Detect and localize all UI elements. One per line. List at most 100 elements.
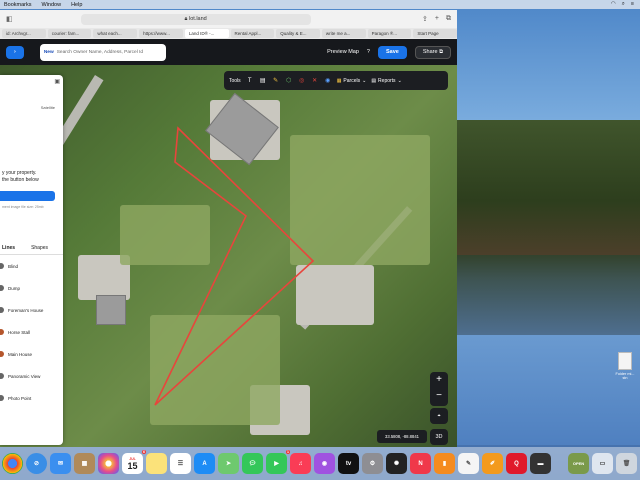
share-icon[interactable]: ⇪ [422,15,428,23]
chevron-down-icon: ⌄ [362,77,367,84]
tab-overview-icon[interactable]: ⧉ [446,15,451,23]
layer-tool-icon[interactable]: ◉ [324,77,332,85]
shape-tool-icon[interactable]: ⬡ [285,77,293,85]
parcel-boundary[interactable] [154,126,315,406]
browser-tab[interactable]: id: Archvgr... [2,29,46,38]
zoom-in-button[interactable]: + [430,372,448,388]
browser-tab[interactable]: Rental Appl... [230,29,275,38]
pages-icon[interactable]: ✐ [482,453,503,474]
list-item[interactable]: Blind [0,255,63,277]
search-icon[interactable]: ⌕ [622,1,625,8]
locate-icon: ⌖ [437,413,441,419]
preview-map-button[interactable]: Preview Map [327,49,359,55]
sidebar-toggle-icon[interactable]: ◧ [6,15,13,23]
desktop-file-label: stn [622,376,628,380]
tv-icon[interactable]: tv [338,453,359,474]
reports-dropdown[interactable]: ▤ Reports ⌄ [371,78,401,84]
list-item[interactable]: Horse Stall [0,321,63,343]
tab-lines[interactable]: Lines [2,245,15,254]
upload-prompt: y your property. the button below [0,170,63,184]
browser-tab[interactable]: https://www... [139,29,183,38]
list-item[interactable]: Foreman's House [0,299,63,321]
browser-tab[interactable]: Start Page [413,29,457,38]
photos-icon[interactable] [98,453,119,474]
appstore-icon[interactable]: A [194,453,215,474]
menu-item-window[interactable]: Window [42,2,62,8]
share-button[interactable]: Share ⧉ [414,45,451,59]
help-button[interactable]: ? [367,49,370,55]
control-center-icon[interactable]: ≡ [631,1,634,8]
upload-note: ment image file size: 25mb [2,205,44,209]
rakuten-icon[interactable]: Q [506,453,527,474]
menu-status-area: ◠ ⌕ ≡ [611,1,640,8]
delete-tool-icon[interactable]: ✕ [311,77,319,85]
reminders-icon[interactable]: ☰ [170,453,191,474]
measure-tool-icon[interactable]: ◎ [298,77,306,85]
archive-icon[interactable]: ▦ [74,453,95,474]
upload-button[interactable] [0,191,55,201]
desktop-file[interactable]: Folder mi... stn [612,352,638,380]
trash-icon[interactable]: 🗑︎ [616,453,637,474]
facetime-badge: 1 [286,450,290,454]
browser-tab[interactable]: Paragon ®... [367,29,412,38]
search-input[interactable]: New Search Owner Name, Address, Parcel I… [39,43,166,61]
zoom-out-button[interactable]: − [430,388,448,404]
tab-shapes[interactable]: Shapes [31,245,48,254]
news-icon[interactable]: N [410,453,431,474]
list-item[interactable]: Panoramic View [0,365,63,387]
notes-icon[interactable] [146,453,167,474]
panel-header: ▣ [0,75,63,89]
save-button[interactable]: Save [377,45,407,59]
open-icon[interactable]: OPEN [568,453,589,474]
text-tool-icon[interactable]: T [246,77,254,85]
menu-button[interactable]: › [6,45,24,59]
new-tab-icon[interactable]: + [435,15,439,23]
list-item[interactable]: Main House [0,343,63,365]
settings-icon[interactable]: ⚙ [362,453,383,474]
reports-label: Reports [378,77,396,84]
3d-button[interactable]: 3D [430,429,448,445]
chevron-down-icon: ⌄ [397,77,402,84]
map-toolbar: Tools T ▤ ✎ ⬡ ◎ ✕ ◉ ▦ Parcels ⌄ ▤ Report… [224,71,448,90]
panel-icon[interactable]: ▣ [54,78,60,86]
list-item-label: Panoramic View [8,373,41,379]
chrome-icon[interactable] [2,453,23,474]
browser-tab-active[interactable]: Land ID® -... [184,29,229,38]
messages-icon[interactable]: 💬︎ [242,453,263,474]
facetime-icon[interactable]: ▶ 1 [266,450,290,474]
mail-icon[interactable]: ✉ [50,453,71,474]
podcasts-icon[interactable]: ◉ [314,453,335,474]
list-item[interactable]: Dump [0,277,63,299]
browser-tab[interactable]: what each... [93,29,138,38]
menu-item-bookmarks[interactable]: Bookmarks [4,2,32,8]
calendar-icon[interactable]: JUL 15 6 [122,450,146,474]
locate-button[interactable]: ⌖ [430,408,448,424]
parcels-label: Parcels [343,77,361,84]
music-icon[interactable]: ♫ [290,453,311,474]
browser-titlebar: ◧ 🔒︎ lot.land ⇪ + ⧉ [0,10,457,28]
menu-bar: Bookmarks Window Help ◠ ⌕ ≡ [0,0,640,9]
preview-icon[interactable]: ▭ [592,453,613,474]
pencil-tool-icon[interactable]: ✎ [272,77,280,85]
parcels-dropdown[interactable]: ▦ Parcels ⌄ [337,78,367,84]
chatgpt-icon[interactable]: ✺ [386,453,407,474]
share-button-label: Share [422,48,438,55]
zoom-controls: + − [430,372,448,406]
browser-toolbar-icons: ⇪ + ⧉ [422,15,451,23]
books-icon[interactable]: ▮ [434,453,455,474]
store-icon[interactable]: ▬ [530,453,551,474]
wallpaper-trees [457,120,640,255]
maps-icon[interactable]: ➤ [218,453,239,474]
wifi-icon[interactable]: ◠ [611,1,616,8]
list-item[interactable]: Photo Point [0,387,63,409]
menu-item-help[interactable]: Help [71,2,82,8]
browser-tab[interactable]: Quality & E... [276,29,320,38]
browser-tab[interactable]: courier: fam... [47,29,92,38]
textedit-icon[interactable]: ✎ [458,453,479,474]
satellite-map[interactable]: Tools T ▤ ✎ ⬡ ◎ ✕ ◉ ▦ Parcels ⌄ ▤ Report… [0,65,457,447]
browser-tab[interactable]: write me a... [321,29,366,38]
safari-icon[interactable]: ⊘ [26,453,47,474]
note-tool-icon[interactable]: ▤ [259,77,267,85]
search-new-label: New [43,49,54,55]
address-bar[interactable]: 🔒︎ lot.land [80,13,311,25]
